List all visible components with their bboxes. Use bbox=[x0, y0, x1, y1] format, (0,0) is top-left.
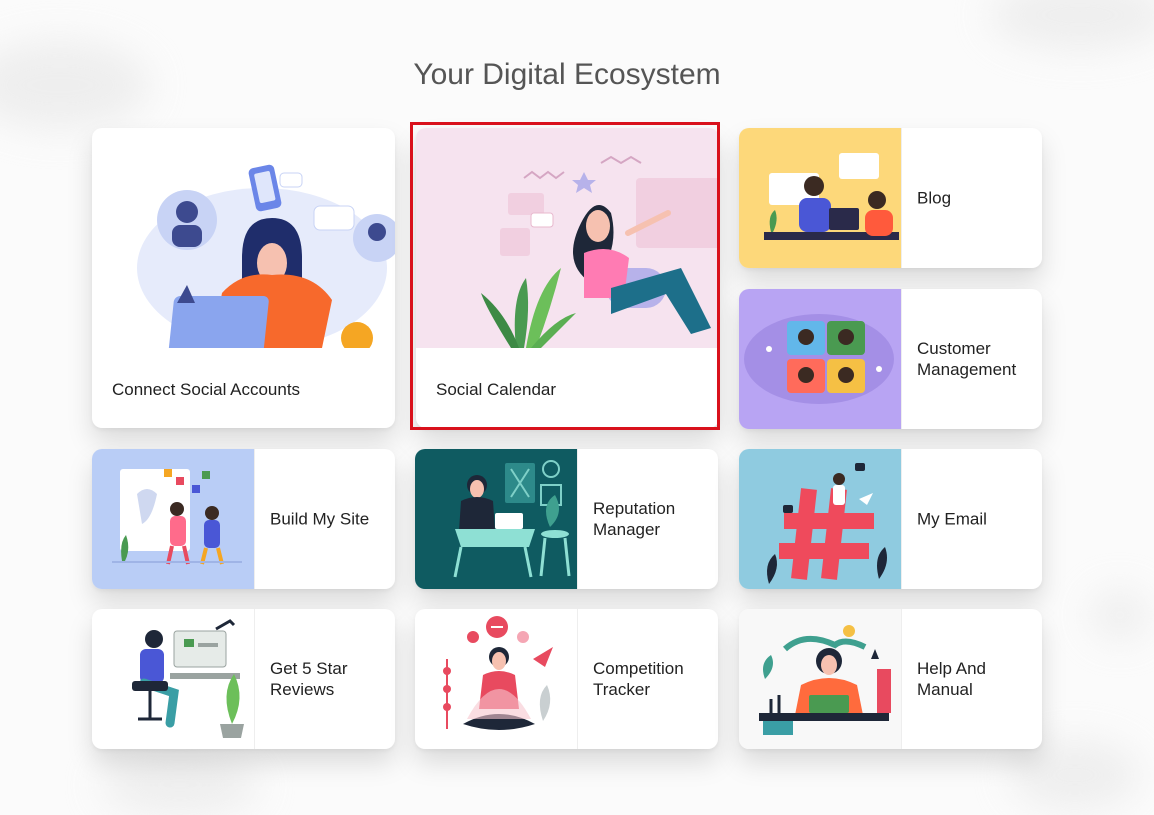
card-social-calendar[interactable]: Social Calendar bbox=[416, 128, 719, 428]
background-smudge bbox=[1090, 590, 1150, 640]
customer-management-illustration bbox=[739, 289, 901, 429]
card-label: Customer Management bbox=[917, 339, 1017, 379]
background-smudge bbox=[100, 755, 260, 815]
social-calendar-illustration bbox=[416, 128, 719, 348]
page-title: Your Digital Ecosystem bbox=[413, 58, 721, 91]
card-competition-tracker[interactable]: Competition Tracker bbox=[415, 609, 718, 749]
get-5-star-reviews-illustration bbox=[92, 609, 254, 749]
card-blog[interactable]: Blog bbox=[739, 128, 1042, 268]
card-divider bbox=[577, 609, 578, 749]
card-divider bbox=[901, 609, 902, 749]
my-email-illustration bbox=[739, 449, 901, 589]
connect-social-illustration bbox=[92, 128, 395, 348]
card-label: Social Calendar bbox=[436, 380, 557, 399]
background-smudge bbox=[1010, 740, 1140, 810]
card-divider bbox=[901, 449, 902, 589]
card-reputation-manager[interactable]: Reputation Manager bbox=[415, 449, 718, 589]
card-build-my-site[interactable]: Build My Site bbox=[92, 449, 395, 589]
build-my-site-illustration bbox=[92, 449, 254, 589]
card-customer-management[interactable]: Customer Management bbox=[739, 289, 1042, 429]
help-and-manual-illustration bbox=[739, 609, 901, 749]
card-connect-social-accounts[interactable]: Connect Social Accounts bbox=[92, 128, 395, 428]
card-label: Help And Manual bbox=[917, 659, 986, 699]
card-divider bbox=[254, 609, 255, 749]
background-smudge bbox=[990, 0, 1154, 50]
card-label: Competition Tracker bbox=[593, 659, 684, 699]
blog-illustration bbox=[739, 128, 901, 268]
card-divider bbox=[254, 449, 255, 589]
card-label: Blog bbox=[917, 188, 952, 208]
card-divider bbox=[901, 289, 902, 429]
card-label: Reputation Manager bbox=[593, 499, 676, 539]
card-my-email[interactable]: My Email bbox=[739, 449, 1042, 589]
card-label: My Email bbox=[917, 509, 987, 529]
card-get-5-star-reviews[interactable]: Get 5 Star Reviews bbox=[92, 609, 395, 749]
card-help-and-manual[interactable]: Help And Manual bbox=[739, 609, 1042, 749]
card-divider bbox=[577, 449, 578, 589]
reputation-manager-illustration bbox=[415, 449, 577, 589]
card-label: Build My Site bbox=[270, 509, 370, 529]
card-label: Connect Social Accounts bbox=[112, 380, 301, 399]
competition-tracker-illustration bbox=[415, 609, 577, 749]
card-label: Get 5 Star Reviews bbox=[270, 659, 348, 699]
card-divider bbox=[901, 128, 902, 268]
